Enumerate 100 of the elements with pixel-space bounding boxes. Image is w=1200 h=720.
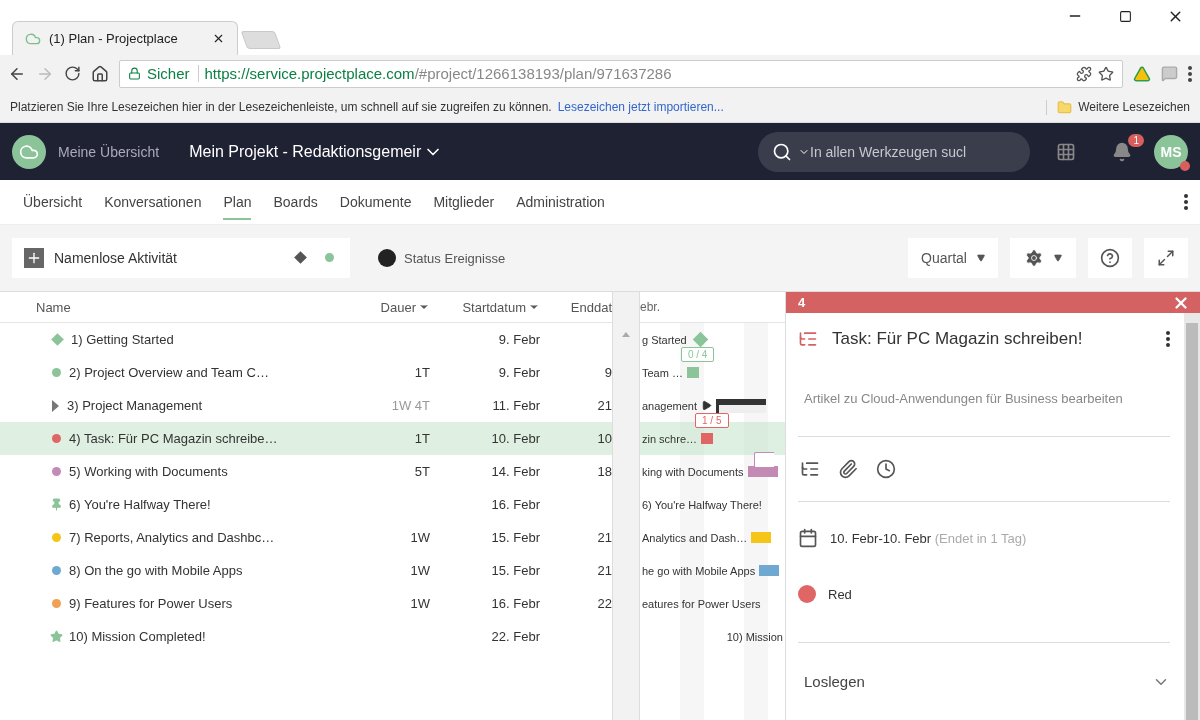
apps-grid-icon[interactable] <box>1056 141 1076 162</box>
expand-caret-icon[interactable] <box>52 399 59 412</box>
paperclip-icon[interactable] <box>838 459 858 479</box>
progress-badge: 1 / 5 <box>695 413 729 428</box>
duration-cell: 1W <box>410 530 430 545</box>
start-date-cell: 16. Febr <box>491 596 540 611</box>
duration-cell: 1W 4T <box>391 398 430 413</box>
task-name: 8) On the go with Mobile Apps <box>69 563 243 578</box>
end-date-cell: 18 <box>597 464 612 479</box>
status-dot[interactable] <box>798 585 816 603</box>
table-row[interactable]: 4) Task: Für PC Magazin schreibe… 1T 10. Febr 10 <box>0 422 612 455</box>
dot-icon[interactable] <box>325 253 334 262</box>
subtask-icon[interactable] <box>800 459 820 479</box>
nav-tab[interactable]: Konversationen <box>93 180 213 224</box>
end-date-cell: 21 <box>597 563 612 578</box>
end-date-cell: 22 <box>597 596 612 611</box>
bookmarks-hint: Platzieren Sie Ihre Lesezeichen hier in der Lesezeichenleiste, um schnell auf sie zugreifen zu können. <box>10 100 552 114</box>
nav-tab[interactable]: Mitglieder <box>422 180 506 224</box>
import-bookmarks-link[interactable]: Lesezeichen jetzt importieren... <box>557 100 724 114</box>
status-label: Red <box>828 586 852 602</box>
column-header[interactable]: Enddat <box>570 299 612 315</box>
duration-cell: 1W <box>410 563 430 578</box>
triangle-icon[interactable] <box>1133 64 1151 83</box>
duration-cell: 5T <box>414 464 430 479</box>
gantt-bar[interactable] <box>701 433 714 444</box>
bookmark-folder[interactable]: Weitere Lesezeichen <box>1078 100 1190 114</box>
gantt-label: anagement <box>642 399 698 412</box>
help-icon <box>1100 248 1120 268</box>
expand-icon <box>1157 249 1175 267</box>
settings-dropdown[interactable] <box>1010 238 1076 278</box>
gantt-label: he go with Mobile Apps <box>642 564 756 577</box>
puzzle-icon[interactable] <box>1076 65 1092 82</box>
end-date-cell: 10 <box>597 431 612 446</box>
star-icon[interactable] <box>1098 65 1114 82</box>
more-icon[interactable] <box>1184 194 1188 210</box>
column-header[interactable]: Dauer <box>380 299 416 315</box>
start-date-cell: 16. Febr <box>491 497 540 512</box>
more-icon[interactable] <box>1166 331 1170 347</box>
maximize-icon[interactable] <box>1118 9 1132 23</box>
nav-tab[interactable]: Übersicht <box>12 180 94 224</box>
clock-icon[interactable] <box>876 459 896 479</box>
end-date-cell: 21 <box>597 398 612 413</box>
period-dropdown[interactable]: Quartal <box>908 238 998 278</box>
task-name: 7) Reports, Analytics and Dashbc… <box>69 530 275 545</box>
nav-tab[interactable]: Administration <box>505 180 616 224</box>
gantt-label: 6) You're Halfway There! <box>642 498 762 511</box>
month-label: ebr. <box>640 300 660 314</box>
duration-cell: 1T <box>414 431 430 446</box>
cloud-logo-icon[interactable] <box>12 134 46 169</box>
start-date-cell: 11. Febr <box>492 398 540 413</box>
caret-icon[interactable] <box>701 400 713 411</box>
task-bars-icon <box>798 329 818 349</box>
url-text: https://service.projectplace.com/#project/1266138193/plan/971637286 <box>204 65 673 82</box>
gantt-label: Analytics and Dash… <box>642 531 748 544</box>
column-header[interactable]: Name <box>0 299 350 315</box>
end-date-cell: 21 <box>597 530 612 545</box>
address-field[interactable]: Sicher https://service.projectplace.com/#project/1266138193/plan/971637286 <box>119 59 1123 88</box>
duration-cell: 1W <box>410 596 430 611</box>
nav-tab[interactable]: Plan <box>212 180 263 224</box>
date-range: 10. Febr-10. Febr (Endet in 1 Tag) <box>830 530 1027 546</box>
notification-count: 1 <box>1128 133 1144 147</box>
task-name: 9) Features for Power Users <box>69 596 233 611</box>
status-label: Status Ereignisse <box>404 250 506 266</box>
close-icon[interactable] <box>212 32 225 45</box>
help-button[interactable] <box>1088 238 1132 278</box>
bell-icon[interactable] <box>1112 141 1132 162</box>
project-dropdown[interactable]: Mein Projekt - Redaktionsgemeir <box>189 141 444 162</box>
more-icon[interactable] <box>1188 65 1192 82</box>
search-icon[interactable] <box>772 141 792 162</box>
gantt-bar[interactable] <box>759 565 780 576</box>
lock-icon <box>128 67 141 80</box>
secure-label: Sicher <box>147 65 199 82</box>
expand-button[interactable] <box>1144 238 1188 278</box>
start-date-cell: 15. Febr <box>491 530 540 545</box>
section-header[interactable]: Loslegen <box>804 673 865 690</box>
start-date-cell: 9. Febr <box>498 332 540 347</box>
start-date-cell: 15. Febr <box>491 563 540 578</box>
column-header[interactable]: Startdatum <box>462 299 526 315</box>
task-description: Artikel zu Cloud-Anwendungen für Business bearbeiten <box>798 365 1170 437</box>
gantt-label: zin schre… <box>642 432 698 445</box>
home-icon[interactable] <box>91 64 109 83</box>
task-name: 3) Project Management <box>67 398 203 413</box>
new-activity-field[interactable]: Namenlose Aktivität <box>12 238 350 278</box>
status-icon[interactable] <box>378 249 396 267</box>
search-field[interactable]: In allen Werkzeugen sucl <box>758 131 1030 172</box>
nav-tab[interactable]: Dokumente <box>328 180 423 224</box>
task-name: 4) Task: Für PC Magazin schreibe… <box>69 431 278 446</box>
nav-tab[interactable]: Boards <box>262 180 329 224</box>
browser-tab[interactable]: (1) Plan - Projectplace <box>12 21 238 55</box>
progress-badge: 0 / 4 <box>680 347 715 362</box>
gantt-label: g Started <box>642 333 687 346</box>
task-name: 10) Mission Completed! <box>69 629 206 644</box>
plus-icon[interactable] <box>24 248 44 268</box>
home-link[interactable]: Meine Übersicht <box>58 143 160 160</box>
end-date-cell: 9 <box>604 365 612 380</box>
summary-bar[interactable] <box>716 398 767 413</box>
caret-icon <box>1054 254 1062 262</box>
reload-icon[interactable] <box>64 65 81 82</box>
scrollbar-thumb[interactable] <box>1186 323 1198 720</box>
task-name: 1) Getting Started <box>71 332 174 347</box>
